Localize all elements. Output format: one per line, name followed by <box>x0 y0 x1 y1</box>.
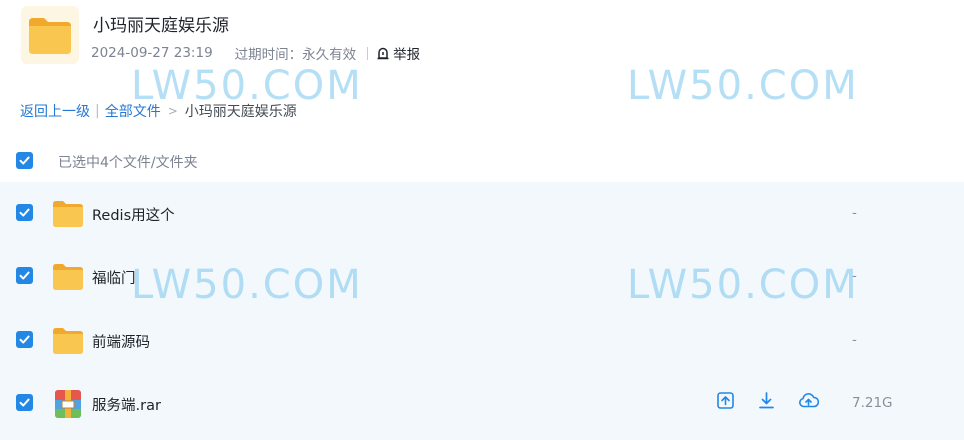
file-size: - <box>852 268 857 284</box>
check-icon <box>19 156 30 165</box>
folder-icon <box>53 264 83 290</box>
share-meta: 2024-09-27 23:19 过期时间： 永久有效 举报 <box>91 43 420 63</box>
file-list: Redis用这个 - 福临门 - 前端源码 - 服务端.rar 7.21G <box>0 182 964 440</box>
row-checkbox[interactable] <box>16 331 33 348</box>
back-link[interactable]: 返回上一级 <box>20 101 90 121</box>
folder-icon <box>53 201 83 227</box>
file-row[interactable]: Redis用这个 - <box>0 182 964 245</box>
file-row[interactable]: 福临门 - <box>0 245 964 308</box>
warning-icon <box>377 47 389 60</box>
check-icon <box>19 398 30 407</box>
all-files-link[interactable]: 全部文件 <box>105 101 161 121</box>
breadcrumb-chevron: > <box>167 104 178 118</box>
share-header: 小玛丽天庭娱乐源 2024-09-27 23:19 过期时间： 永久有效 举报 <box>0 0 964 78</box>
expire-value: 永久有效 <box>302 47 357 63</box>
file-name[interactable]: 福临门 <box>92 267 136 288</box>
row-checkbox[interactable] <box>16 394 33 411</box>
report-label: 举报 <box>393 47 421 63</box>
download-button[interactable] <box>757 391 776 410</box>
row-checkbox[interactable] <box>16 204 33 221</box>
folder-icon <box>53 328 83 354</box>
select-all-checkbox[interactable] <box>16 152 33 169</box>
file-row[interactable]: 服务端.rar 7.21G <box>0 372 964 435</box>
share-title: 小玛丽天庭娱乐源 <box>93 16 229 36</box>
breadcrumb-divider: | <box>95 103 100 119</box>
save-to-drive-button[interactable] <box>716 391 735 410</box>
row-checkbox[interactable] <box>16 267 33 284</box>
save-to-folder-icon <box>717 392 734 409</box>
cloud-save-button[interactable] <box>798 391 820 410</box>
check-icon <box>19 271 30 280</box>
file-size: 7.21G <box>852 395 893 411</box>
check-icon <box>19 335 30 344</box>
selection-count: 已选中4个文件/文件夹 <box>58 155 198 171</box>
selection-bar: 已选中4个文件/文件夹 <box>0 140 964 182</box>
check-icon <box>19 208 30 217</box>
breadcrumb-current: 小玛丽天庭娱乐源 <box>184 104 297 120</box>
file-name[interactable]: 服务端.rar <box>92 394 161 415</box>
file-name[interactable]: 前端源码 <box>92 331 150 352</box>
file-name[interactable]: Redis用这个 <box>92 204 175 225</box>
row-actions <box>716 391 820 410</box>
download-icon <box>759 392 774 409</box>
share-folder-icon <box>21 6 79 64</box>
meta-divider <box>367 46 369 60</box>
breadcrumb: 返回上一级 | 全部文件 > 小玛丽天庭娱乐源 <box>20 101 297 121</box>
cloud-upload-icon <box>799 393 820 408</box>
share-date: 2024-09-27 23:19 <box>91 45 213 61</box>
file-size: - <box>852 332 857 348</box>
file-size: - <box>852 205 857 221</box>
report-button[interactable]: 举报 <box>376 43 420 63</box>
archive-icon <box>55 390 81 418</box>
file-row[interactable]: 前端源码 - <box>0 309 964 372</box>
expire-label: 过期时间： <box>234 47 303 63</box>
